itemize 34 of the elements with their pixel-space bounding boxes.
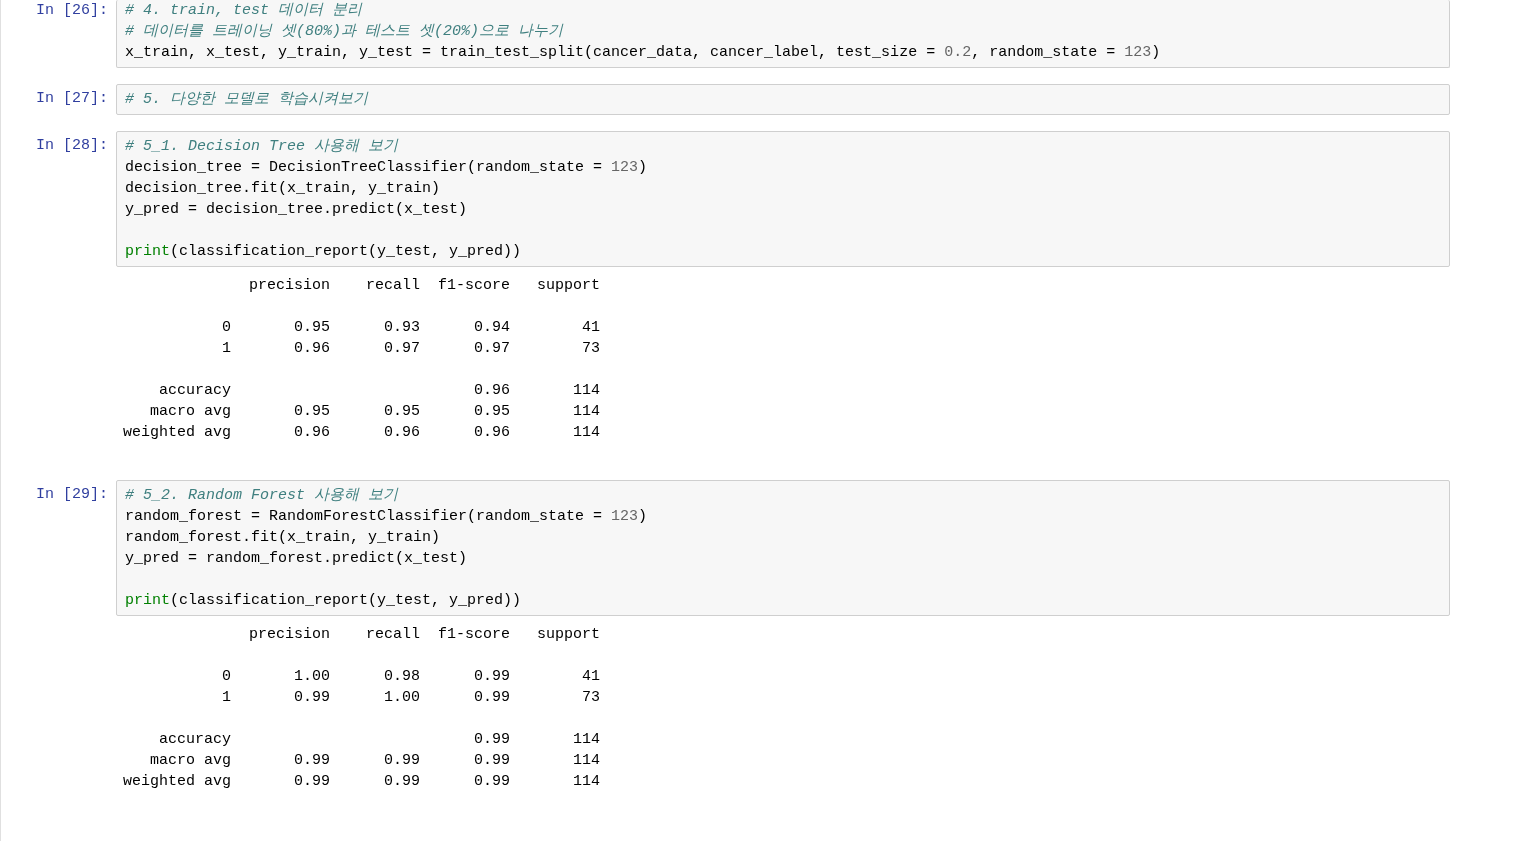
code-line: # 5. 다양한 모델로 학습시켜보기 — [125, 91, 368, 108]
output-line: weighted avg 0.96 0.96 0.96 114 — [123, 424, 601, 441]
output-line: weighted avg 0.99 0.99 0.99 114 — [123, 773, 601, 790]
code-line: print(classification_report(y_test, y_pred)) — [125, 243, 522, 260]
code-line: # 5_2. Random Forest 사용해 보기 — [125, 487, 399, 504]
code-cell[interactable] — [116, 480, 1450, 616]
code-line: random_forest = RandomForestClassifier(random_state = 123) — [125, 508, 648, 525]
output-line: macro avg 0.99 0.99 0.99 114 — [149, 752, 601, 769]
code-line: random_forest.fit(x_train, y_train) — [125, 529, 441, 546]
code-line: print(classification_report(y_test, y_pred)) — [125, 592, 522, 609]
output-line: precision recall f1-score support — [248, 277, 601, 294]
output-line: 0 0.95 0.93 0.94 41 — [221, 319, 601, 336]
cell-prompt: In [26]: — [36, 2, 108, 19]
code-line: # 4. train, test 데이터 분리 — [125, 2, 363, 19]
cell-prompt: In [29]: — [36, 486, 108, 503]
code-line: decision_tree = DecisionTreeClassifier(random_state = 123) — [125, 159, 648, 176]
output-line: precision recall f1-score support — [248, 626, 601, 643]
output-line: 0 1.00 0.98 0.99 41 — [221, 668, 601, 685]
code-line: # 5_1. Decision Tree 사용해 보기 — [125, 138, 399, 155]
code-cell[interactable]: # 4. train, test 데이터 분리 # 데이터를 트레이닝 셋(80%)과 테스트 셋(20%)으로 나누기 x_train, x_test, y_train, y_test = train_test_split(cancer_data, cancer_label, test_size = 0.2, random_state = 123) — [116, 0, 1450, 68]
output-line: 1 0.96 0.97 0.97 73 — [221, 340, 601, 357]
code-cell[interactable] — [116, 131, 1450, 267]
output-line: accuracy 0.96 114 — [158, 382, 601, 399]
code-line: x_train, x_test, y_train, y_test = train_test_split(cancer_data, cancer_label, test_size = 0.2, random_state = 123) — [125, 44, 1161, 61]
output-line: 1 0.99 1.00 0.99 73 — [221, 689, 601, 706]
cell-prompt: In [27]: — [36, 90, 108, 107]
output-line: accuracy 0.99 114 — [158, 731, 601, 748]
cell-prompt: In [28]: — [36, 137, 108, 154]
code-cell[interactable]: # 5. 다양한 모델로 학습시켜보기 — [116, 84, 1450, 115]
code-line: # 데이터를 트레이닝 셋(80%)과 테스트 셋(20%)으로 나누기 — [125, 23, 564, 40]
code-line: y_pred = random_forest.predict(x_test) — [125, 550, 468, 567]
output-line: macro avg 0.95 0.95 0.95 114 — [149, 403, 601, 420]
code-line: decision_tree.fit(x_train, y_train) — [125, 180, 441, 197]
code-line: y_pred = decision_tree.predict(x_test) — [125, 201, 468, 218]
